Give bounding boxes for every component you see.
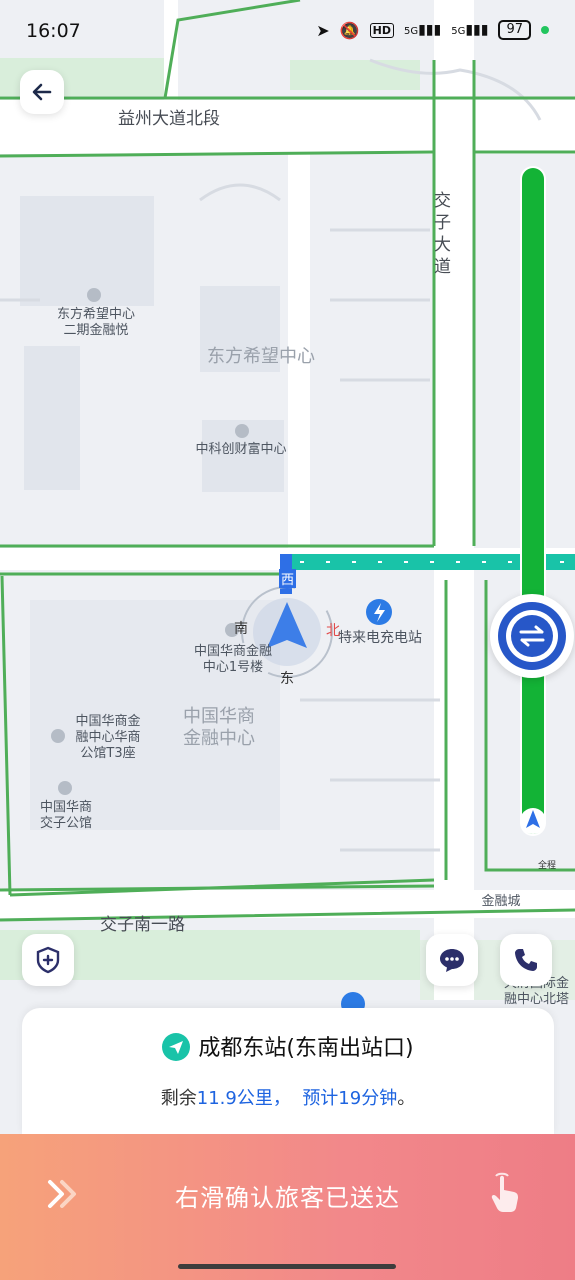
signal-icon: ▮▮▮ bbox=[465, 22, 489, 38]
road-label-east: 交子大道 bbox=[434, 191, 451, 277]
mute-bell-icon: 🔕 bbox=[339, 20, 360, 40]
road-label-north: 益州大道北段 bbox=[118, 109, 220, 129]
poi-label[interactable]: 中科创财富中心 bbox=[186, 442, 296, 458]
route-switch-button[interactable] bbox=[490, 594, 574, 678]
phone-button[interactable] bbox=[500, 934, 552, 986]
trip-info: 剩余11.9公里， 预计19分钟。 bbox=[22, 1084, 554, 1110]
signal-icon: ▮▮▮ bbox=[418, 22, 442, 38]
status-bar: 16:07 ➤ 🔕 HD 5G▮▮▮ 5G▮▮▮ 97 bbox=[0, 0, 575, 66]
poi-label[interactable]: 东方希望中心 二期金融悦 bbox=[46, 307, 146, 339]
battery-indicator: 97 bbox=[498, 20, 531, 40]
trip-prefix: 剩余 bbox=[160, 1088, 197, 1109]
destination-card[interactable]: 成都东站(东南出站口) 剩余11.9公里， 预计19分钟。 bbox=[22, 1008, 554, 1134]
compass-west: 西 bbox=[279, 569, 297, 588]
shield-plus-icon bbox=[36, 946, 60, 974]
back-button[interactable] bbox=[20, 70, 64, 114]
compass-south: 南 bbox=[234, 621, 248, 637]
road-label-south: 交子南一路 bbox=[100, 915, 185, 935]
area-label-bottom: 中国华商 金融中心 bbox=[183, 706, 255, 749]
poi-label[interactable]: 中国华商 交子公馆 bbox=[32, 800, 100, 832]
compass-east: 东 bbox=[280, 671, 294, 687]
status-time: 16:07 bbox=[26, 20, 81, 42]
overview-label: 全程 bbox=[538, 861, 557, 871]
poi-label[interactable]: 中国华商金融 中心1号楼 bbox=[186, 644, 280, 676]
slide-confirm-bar[interactable]: 右滑确认旅客已送达 bbox=[0, 1134, 575, 1280]
poi-label-charging[interactable]: 特来电充电站 bbox=[330, 630, 430, 646]
location-icon: ➤ bbox=[316, 20, 330, 40]
status-icons: ➤ 🔕 HD 5G▮▮▮ 5G▮▮▮ 97 bbox=[316, 20, 549, 40]
poi-label[interactable]: 金融城 bbox=[476, 894, 526, 910]
send-plane-icon bbox=[162, 1033, 191, 1061]
trip-distance: 11.9公里， bbox=[196, 1088, 291, 1109]
trip-suffix: 。 bbox=[397, 1088, 416, 1109]
network-1: 5G▮▮▮ bbox=[403, 22, 442, 38]
hd-badge: HD bbox=[369, 22, 394, 38]
trip-estimate: 预计19分钟 bbox=[302, 1088, 398, 1109]
destination-row: 成都东站(东南出站口) bbox=[22, 1030, 554, 1063]
phone-icon bbox=[515, 949, 537, 971]
poi-label[interactable]: 中国华商金 融中心华商 公馆T3座 bbox=[66, 714, 150, 762]
active-dot-icon bbox=[541, 26, 549, 34]
chat-bubble-icon bbox=[440, 949, 464, 972]
hand-swipe-icon bbox=[491, 1172, 518, 1212]
area-label-top: 东方希望中心 bbox=[207, 346, 315, 367]
compass-north: 北 bbox=[326, 623, 340, 639]
swap-arrows-icon bbox=[519, 625, 545, 647]
safety-button[interactable] bbox=[22, 934, 74, 986]
destination-name: 成都东站(东南出站口) bbox=[198, 1036, 414, 1061]
home-indicator[interactable] bbox=[178, 1264, 396, 1269]
message-button[interactable] bbox=[426, 934, 478, 986]
network-2: 5G▮▮▮ bbox=[451, 22, 489, 38]
arrow-left-icon bbox=[32, 83, 52, 101]
